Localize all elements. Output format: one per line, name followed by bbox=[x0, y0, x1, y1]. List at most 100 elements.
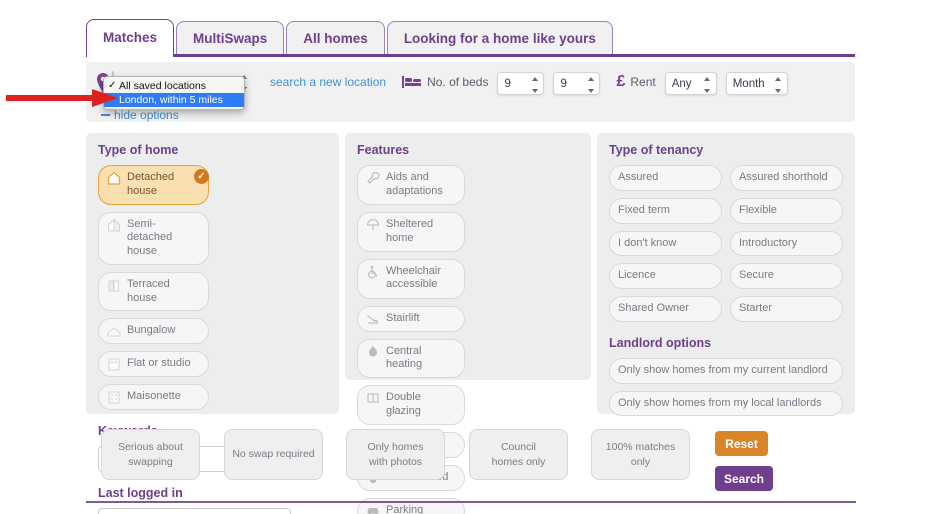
tab-bar: Matches MultiSwaps All homes Looking for… bbox=[86, 19, 855, 57]
chip-starter[interactable]: Starter bbox=[730, 296, 843, 322]
filter-label-line1: 100% matches bbox=[605, 441, 676, 454]
chip-central-heating[interactable]: Central heating bbox=[357, 338, 465, 378]
chip-detached-house[interactable]: Detached house ✓ bbox=[98, 165, 209, 205]
chip-label: Sheltered home bbox=[386, 218, 434, 244]
filter-label-line2: with photos bbox=[368, 455, 423, 468]
dropdown-option-london-within-5-miles[interactable]: ✓ London, within 5 miles bbox=[104, 93, 244, 107]
minus-icon bbox=[101, 113, 110, 117]
filter-100-percent-matches-only[interactable]: 100% matches only bbox=[591, 429, 690, 480]
terrace-icon bbox=[107, 278, 121, 292]
bungalow-icon bbox=[107, 324, 121, 338]
tab-label: Looking for a home like yours bbox=[403, 30, 596, 46]
filter-label-line1: Serious about bbox=[118, 441, 183, 454]
chip-label: Semi-detached house bbox=[127, 217, 173, 258]
dropdown-option-label: London, within 5 miles bbox=[119, 94, 223, 106]
chip-secure[interactable]: Secure bbox=[730, 263, 843, 289]
chip-introductory[interactable]: Introductory bbox=[730, 230, 843, 257]
chip-wheelchair-accessible[interactable]: Wheelchair accessible bbox=[357, 258, 465, 299]
chip-flat-or-studio[interactable]: Flat or studio bbox=[98, 351, 209, 378]
tab-all-homes[interactable]: All homes bbox=[286, 21, 385, 54]
filter-serious-about-swapping[interactable]: Serious about swapping bbox=[101, 429, 200, 480]
hide-options-link[interactable]: hide options bbox=[101, 108, 179, 122]
type-of-home-panel: Type of home Detached house ✓ Semi-detac… bbox=[86, 133, 339, 514]
wheelchair-icon bbox=[366, 265, 380, 279]
bed-icon bbox=[402, 75, 422, 89]
chip-bungalow[interactable]: Bungalow bbox=[98, 318, 209, 345]
chip-label: I don't know bbox=[618, 236, 677, 249]
chip-label: Secure bbox=[739, 269, 774, 282]
chip-shared-owner[interactable]: Shared Owner bbox=[609, 296, 722, 322]
chip-label: Only show homes from my current landlord bbox=[618, 363, 828, 376]
dropdown-option-all-saved-locations[interactable]: ✓ All saved locations bbox=[104, 79, 244, 93]
landlord-options-title: Landlord options bbox=[609, 335, 712, 350]
search-filters-page: Matches MultiSwaps All homes Looking for… bbox=[0, 0, 939, 514]
chip-double-glazing[interactable]: Double glazing bbox=[357, 385, 465, 425]
bottom-divider bbox=[86, 501, 856, 503]
rent-label: Rent bbox=[630, 75, 656, 89]
chip-parking[interactable]: Parking bbox=[357, 497, 465, 514]
chip-label: Introductory bbox=[739, 236, 798, 249]
chip-label: Stairlift bbox=[386, 311, 420, 324]
chip-aids-and-adaptations[interactable]: Aids and adaptations bbox=[357, 165, 465, 205]
filter-council-homes-only[interactable]: Council homes only bbox=[469, 429, 568, 480]
chip-assured[interactable]: Assured bbox=[609, 165, 722, 191]
umbrella-icon bbox=[366, 218, 380, 232]
chip-flexible[interactable]: Flexible bbox=[730, 197, 843, 224]
chip-terraced-house[interactable]: Terraced house bbox=[98, 271, 209, 312]
chip-semi-detached-house[interactable]: Semi-detached house bbox=[98, 211, 209, 265]
chip-local-landlords[interactable]: Only show homes from my local landlords bbox=[609, 390, 843, 417]
filter-only-homes-with-photos[interactable]: Only homes with photos bbox=[346, 429, 445, 480]
tab-matches[interactable]: Matches bbox=[86, 19, 175, 57]
chip-stairlift[interactable]: Stairlift bbox=[357, 305, 465, 332]
flat-icon bbox=[107, 357, 121, 371]
chip-i-dont-know[interactable]: I don't know bbox=[609, 230, 722, 257]
car-icon bbox=[366, 504, 380, 514]
chip-label: Terraced house bbox=[127, 277, 170, 304]
search-button[interactable]: Search bbox=[715, 466, 773, 491]
tab-label: Matches bbox=[103, 29, 158, 45]
chip-label: Only show homes from my local landlords bbox=[618, 396, 822, 409]
tab-label: All homes bbox=[303, 30, 368, 46]
chip-label: Licence bbox=[618, 269, 656, 282]
reset-button[interactable]: Reset bbox=[715, 431, 768, 456]
currency-icon: £ bbox=[616, 73, 626, 90]
filter-label-line1: Only homes bbox=[367, 441, 424, 454]
search-new-location-link[interactable]: search a new location bbox=[270, 75, 386, 89]
flame-icon bbox=[366, 345, 380, 359]
chip-assured-shorthold[interactable]: Assured shorthold bbox=[730, 165, 843, 191]
type-of-home-title: Type of home bbox=[98, 143, 179, 157]
select-spinner-icon bbox=[775, 77, 782, 93]
select-spinner-icon bbox=[531, 77, 538, 93]
filter-label-line2: only bbox=[630, 455, 651, 468]
chip-label: Assured shorthold bbox=[739, 171, 828, 183]
filter-label-line2: homes only bbox=[491, 455, 546, 468]
tab-multiswaps[interactable]: MultiSwaps bbox=[176, 21, 285, 54]
type-of-tenancy-title: Type of tenancy bbox=[609, 143, 704, 157]
chip-label: Aids and adaptations bbox=[386, 171, 443, 197]
chip-label: Flat or studio bbox=[127, 357, 191, 370]
filter-no-swap-required[interactable]: No swap required bbox=[224, 429, 323, 480]
semi-detached-icon bbox=[107, 217, 121, 232]
filter-label-line1: No swap required bbox=[232, 448, 315, 461]
rent-amount-value: Any bbox=[671, 77, 692, 90]
rent-amount-select[interactable]: Any bbox=[664, 72, 717, 95]
chip-licence[interactable]: Licence bbox=[609, 263, 722, 289]
rent-period-select[interactable]: Month bbox=[725, 72, 788, 95]
search-label: Search bbox=[723, 471, 765, 486]
features-panel: Features Aids and adaptations Sheltered … bbox=[345, 133, 591, 514]
beds-max-select[interactable]: 9 bbox=[553, 72, 601, 95]
chip-label: Assured bbox=[618, 171, 659, 183]
chip-sheltered-home[interactable]: Sheltered home bbox=[357, 212, 465, 252]
saved-location-dropdown-menu[interactable]: ✓ All saved locations ✓ London, within 5… bbox=[103, 76, 245, 110]
tab-label: MultiSwaps bbox=[193, 30, 268, 46]
chip-label: Central heating bbox=[386, 344, 423, 371]
chip-label: Detached house bbox=[127, 171, 175, 197]
chip-fixed-term[interactable]: Fixed term bbox=[609, 197, 722, 224]
tab-looking-for-home-like-yours[interactable]: Looking for a home like yours bbox=[386, 21, 613, 54]
beds-min-select[interactable]: 9 bbox=[497, 72, 545, 95]
last-logged-in-select[interactable]: Up to 6 months ago bbox=[98, 508, 291, 514]
chip-label: Flexible bbox=[739, 203, 777, 216]
chip-maisonette[interactable]: Maisonette bbox=[98, 384, 209, 411]
chip-current-landlord[interactable]: Only show homes from my current landlord bbox=[609, 357, 843, 384]
chip-label: Starter bbox=[739, 302, 773, 314]
